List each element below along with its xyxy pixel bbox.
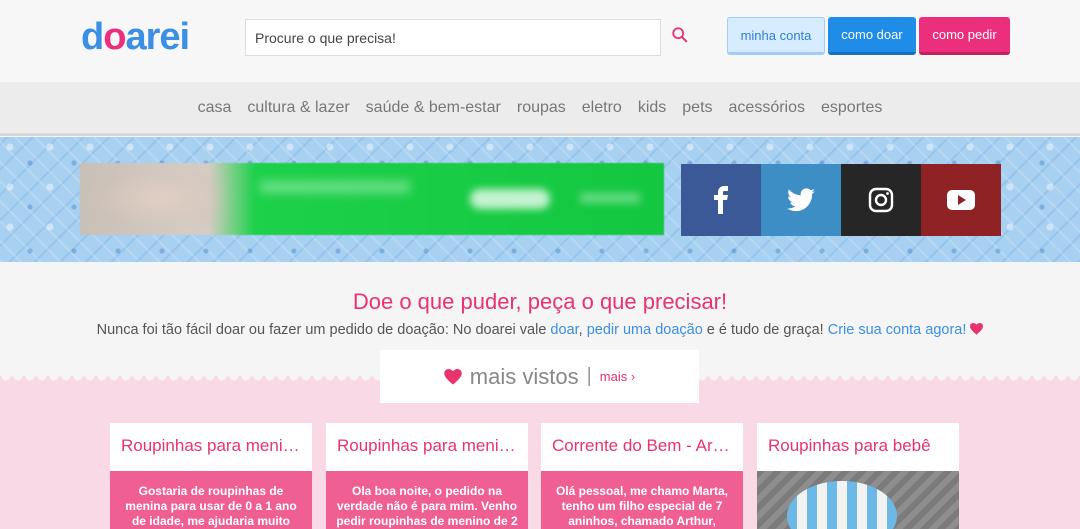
- card-title[interactable]: Roupinhas para menino de 2 anos: [337, 436, 519, 456]
- item-card[interactable]: Roupinhas para menina para usar de 0 a 1…: [110, 423, 312, 529]
- site-header: doarei minha conta como doar como pedir: [0, 0, 1080, 82]
- more-link[interactable]: mais ›: [600, 369, 635, 384]
- my-account-button[interactable]: minha conta: [727, 17, 825, 55]
- separator: |: [586, 365, 592, 387]
- ad-text-blur: [580, 193, 640, 203]
- how-to-donate-button[interactable]: como doar: [828, 17, 916, 55]
- donate-link[interactable]: doar: [550, 322, 578, 338]
- item-card[interactable]: Roupinhas para menino de 2 anos Ola boa …: [326, 423, 528, 529]
- card-description: Gostaria de roupinhas de menina para usa…: [110, 471, 312, 529]
- facebook-link[interactable]: [681, 164, 761, 236]
- ad-image-blur: [100, 173, 220, 223]
- knitted-item-photo: [787, 481, 897, 529]
- intro-text-part: ,: [578, 322, 587, 338]
- nav-item-cultura-lazer[interactable]: cultura & lazer: [247, 99, 349, 117]
- intro-text-part: e é tudo de graça!: [702, 322, 828, 338]
- nav-item-eletro[interactable]: eletro: [582, 99, 622, 117]
- nav-item-saude-bem-estar[interactable]: saúde & bem-estar: [366, 99, 501, 117]
- instagram-link[interactable]: [841, 164, 921, 236]
- heart-icon: [444, 368, 462, 385]
- nav-item-kids[interactable]: kids: [638, 99, 666, 117]
- ad-banner[interactable]: [80, 163, 664, 235]
- heart-icon: [970, 323, 984, 335]
- how-to-request-button[interactable]: como pedir: [919, 17, 1010, 55]
- logo-text: doarei: [81, 16, 190, 58]
- category-nav: casa cultura & lazer saúde & bem-estar r…: [0, 82, 1080, 136]
- card-title[interactable]: Roupinhas para menina para usar de 0 a 1…: [121, 436, 303, 456]
- twitter-link[interactable]: [761, 164, 841, 236]
- card-description: Olá pessoal, me chamo Marta, tenho um fi…: [541, 471, 743, 529]
- card-image: [757, 471, 959, 529]
- instagram-icon: [868, 187, 894, 213]
- facebook-icon: [714, 186, 728, 214]
- ad-text-blur: [260, 181, 410, 193]
- search-icon[interactable]: [671, 26, 689, 44]
- youtube-link[interactable]: [921, 164, 1001, 236]
- search-box: [245, 19, 661, 56]
- nav-item-pets[interactable]: pets: [682, 99, 712, 117]
- request-donation-link[interactable]: pedir uma doação: [587, 322, 703, 338]
- create-account-link[interactable]: Crie sua conta agora!: [828, 322, 967, 338]
- nav-item-casa[interactable]: casa: [198, 99, 232, 117]
- ad-button-blur: [470, 189, 550, 209]
- tagline: Doe o que puder, peça o que precisar!: [352, 289, 728, 314]
- intro-text: Nunca foi tão fácil doar ou fazer um ped…: [0, 322, 1080, 338]
- nav-item-roupas[interactable]: roupas: [517, 99, 566, 117]
- most-viewed-title: mais vistos: [469, 363, 579, 389]
- twitter-icon: [787, 188, 815, 212]
- youtube-icon: [947, 190, 975, 210]
- card-title[interactable]: Roupinhas para bebê: [768, 436, 950, 456]
- intro-text-part: Nunca foi tão fácil doar ou fazer um ped…: [96, 322, 551, 338]
- most-viewed-header: mais vistos | mais ›: [380, 350, 699, 403]
- site-logo[interactable]: doarei: [81, 16, 190, 59]
- item-card[interactable]: Roupinhas para bebê: [757, 423, 959, 529]
- item-card[interactable]: Corrente do Bem - Arthur Olá pessoal, me…: [541, 423, 743, 529]
- nav-item-esportes[interactable]: esportes: [821, 99, 882, 117]
- card-description: Ola boa noite, o pedido na verdade não é…: [326, 471, 528, 529]
- nav-item-acessorios[interactable]: acessórios: [729, 99, 805, 117]
- card-title[interactable]: Corrente do Bem - Arthur: [552, 436, 734, 456]
- search-input[interactable]: [246, 20, 660, 55]
